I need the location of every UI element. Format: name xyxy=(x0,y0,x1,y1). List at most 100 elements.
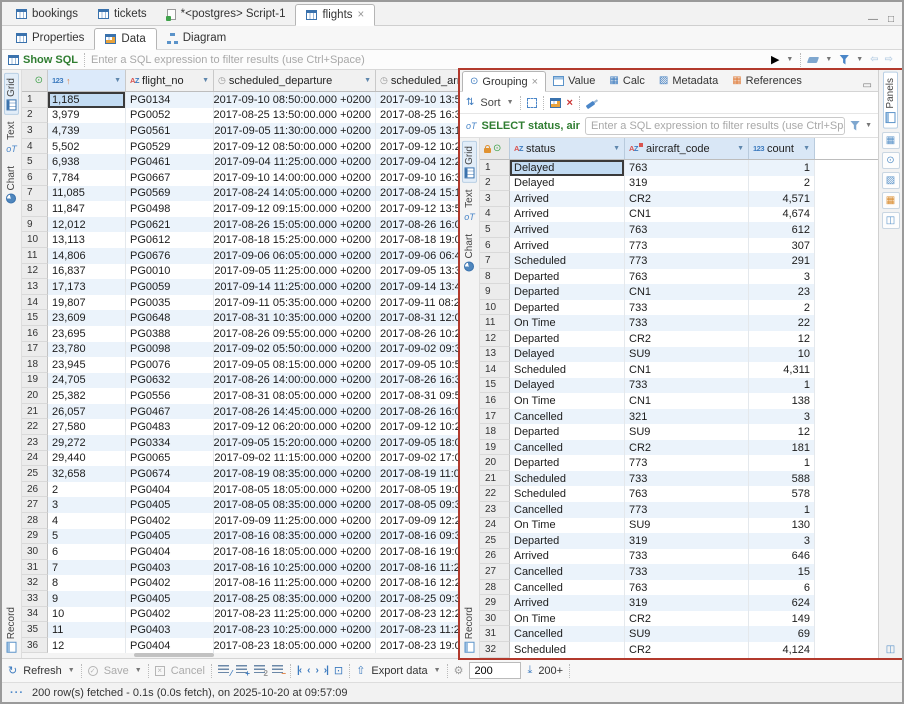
row-number[interactable]: 27 xyxy=(22,497,48,513)
grid-cell[interactable]: Departed xyxy=(510,533,625,549)
column-header-scheduled-arrival[interactable]: ◷ scheduled_arrival xyxy=(376,70,458,91)
grid-cell[interactable]: 5 xyxy=(48,529,126,545)
row-number[interactable]: 5 xyxy=(22,154,48,170)
apply-filter-button[interactable]: ▶ xyxy=(771,53,779,66)
grid-cell[interactable]: 319 xyxy=(625,595,749,611)
grid-cell[interactable]: 2017-08-16 12:20: xyxy=(376,575,458,591)
grid-cell[interactable]: PG0134 xyxy=(126,92,214,108)
grid-cell[interactable]: PG0059 xyxy=(126,279,214,295)
grid-cell[interactable]: 4,124 xyxy=(749,642,815,658)
grid-cell[interactable]: On Time xyxy=(510,518,625,534)
last-row-button[interactable]: ›| xyxy=(324,665,328,676)
row-number[interactable]: 16 xyxy=(22,326,48,342)
grid-cell[interactable]: 2017-09-04 12:20: xyxy=(376,154,458,170)
grid-cell[interactable]: 2017-08-23 18:05:00.000 +0200 xyxy=(214,638,376,653)
chevron-down-icon[interactable]: ▼ xyxy=(507,99,514,106)
grid-cell[interactable]: 2017-08-26 16:35: xyxy=(376,373,458,389)
grid-cell[interactable]: 2017-08-19 11:00: xyxy=(376,466,458,482)
grid-cell[interactable]: Scheduled xyxy=(510,362,625,378)
panel-tab-value[interactable]: Value xyxy=(546,70,602,91)
grid-cell[interactable]: PG0403 xyxy=(126,622,214,638)
editor-tab-script[interactable]: *<postgres> Script-1 xyxy=(157,3,296,25)
column-header-flight-id[interactable]: 123 ↑ ▼ xyxy=(48,70,126,91)
grid-cell[interactable]: Cancelled xyxy=(510,580,625,596)
grid-cell[interactable]: 17,173 xyxy=(48,279,126,295)
sort-button[interactable]: Sort xyxy=(480,97,500,109)
status-dots-icon[interactable]: ··· xyxy=(10,687,24,699)
maximize-icon[interactable]: □ xyxy=(888,14,894,25)
grid-cell[interactable]: 2017-08-25 16:35: xyxy=(376,108,458,124)
row-number[interactable]: 35 xyxy=(22,622,48,638)
grid-cell[interactable]: 138 xyxy=(749,393,815,409)
grid-cell[interactable]: PG0404 xyxy=(126,638,214,653)
grid-cell[interactable]: PG0076 xyxy=(126,357,214,373)
grid-cell[interactable]: 23 xyxy=(749,284,815,300)
grid-cell[interactable]: Cancelled xyxy=(510,626,625,642)
layout-icon[interactable]: ◫ xyxy=(882,641,900,658)
grid-cell[interactable]: 1 xyxy=(749,455,815,471)
record-mode-toggle[interactable]: Record xyxy=(462,602,477,657)
corner-header[interactable]: ⊙ xyxy=(22,70,48,91)
row-number[interactable]: 31 xyxy=(22,560,48,576)
grid-cell[interactable]: 2017-08-23 11:25:00.000 +0200 xyxy=(214,607,376,623)
grid-cell[interactable]: 10 xyxy=(749,347,815,363)
grid-cell[interactable]: 6,938 xyxy=(48,154,126,170)
grid-cell[interactable]: SU9 xyxy=(625,518,749,534)
grid-cell[interactable]: 319 xyxy=(625,176,749,192)
row-number[interactable]: 4 xyxy=(480,207,510,223)
grid-cell[interactable]: Departed xyxy=(510,300,625,316)
grid-cell[interactable]: Departed xyxy=(510,455,625,471)
add-row-button[interactable]: + xyxy=(236,665,248,676)
grid-cell[interactable]: PG0065 xyxy=(126,451,214,467)
row-number[interactable]: 9 xyxy=(480,284,510,300)
grid-cell[interactable]: 12 xyxy=(48,638,126,653)
grid-cell[interactable]: 7 xyxy=(48,560,126,576)
grid-cell[interactable]: 2017-08-26 14:45:00.000 +0200 xyxy=(214,404,376,420)
presentation-tab-grid[interactable]: Grid xyxy=(4,73,19,115)
record-mode-toggle[interactable]: Record xyxy=(4,602,19,657)
grid-cell[interactable]: PG0334 xyxy=(126,435,214,451)
grid-cell[interactable]: 6 xyxy=(749,580,815,596)
grid-cell[interactable]: Arrived xyxy=(510,191,625,207)
grid-cell[interactable]: 2 xyxy=(749,300,815,316)
grid-cell[interactable]: Arrived xyxy=(510,238,625,254)
grid-cell[interactable]: 2017-08-23 19:00: xyxy=(376,638,458,653)
grid-cell[interactable]: 773 xyxy=(625,238,749,254)
editor-tab-flights[interactable]: flights × xyxy=(295,4,375,26)
grid-cell[interactable]: 2017-09-02 09:30: xyxy=(376,342,458,358)
chevron-down-icon[interactable]: ▼ xyxy=(786,56,793,63)
grid-cell[interactable]: 588 xyxy=(749,471,815,487)
grid-cell[interactable]: PG0402 xyxy=(126,575,214,591)
grid-cell[interactable]: 733 xyxy=(625,471,749,487)
row-number[interactable]: 2 xyxy=(480,176,510,192)
row-number[interactable]: 20 xyxy=(480,455,510,471)
grid-cell[interactable]: Arrived xyxy=(510,222,625,238)
row-number[interactable]: 28 xyxy=(22,513,48,529)
grid-cell[interactable]: 2017-08-18 15:25:00.000 +0200 xyxy=(214,232,376,248)
grid-cell[interactable]: PG0402 xyxy=(126,513,214,529)
row-number[interactable]: 22 xyxy=(22,419,48,435)
grid-cell[interactable]: 69 xyxy=(749,626,815,642)
grid-cell[interactable]: 4,674 xyxy=(749,207,815,223)
toggle-calc-panel[interactable]: ▦ xyxy=(882,132,900,149)
grid-cell[interactable]: PG0556 xyxy=(126,388,214,404)
grid-cell[interactable]: 10 xyxy=(48,607,126,623)
row-number[interactable]: 7 xyxy=(480,253,510,269)
row-number[interactable]: 1 xyxy=(480,160,510,176)
grid-cell[interactable]: 2017-09-02 17:05: xyxy=(376,451,458,467)
chevron-down-icon[interactable]: ▼ xyxy=(202,77,209,84)
grid-cell[interactable]: 646 xyxy=(749,549,815,565)
grid-cell[interactable]: Delayed xyxy=(510,160,625,176)
row-number[interactable]: 20 xyxy=(22,388,48,404)
grid-cell[interactable]: 612 xyxy=(749,222,815,238)
grid-cell[interactable]: Arrived xyxy=(510,595,625,611)
grid-cell[interactable]: 763 xyxy=(625,160,749,176)
column-header-status[interactable]: AZ status ▼ xyxy=(510,138,625,159)
row-number[interactable]: 32 xyxy=(480,642,510,658)
grid-cell[interactable]: PG0461 xyxy=(126,154,214,170)
chevron-down-icon[interactable]: ▼ xyxy=(364,77,371,84)
refresh-icon[interactable]: ↻ xyxy=(8,664,17,677)
first-row-button[interactable]: |‹ xyxy=(297,665,301,676)
panel-tab-references[interactable]: ▦ References xyxy=(725,70,809,91)
grid-cell[interactable]: 2017-08-18 19:05: xyxy=(376,232,458,248)
